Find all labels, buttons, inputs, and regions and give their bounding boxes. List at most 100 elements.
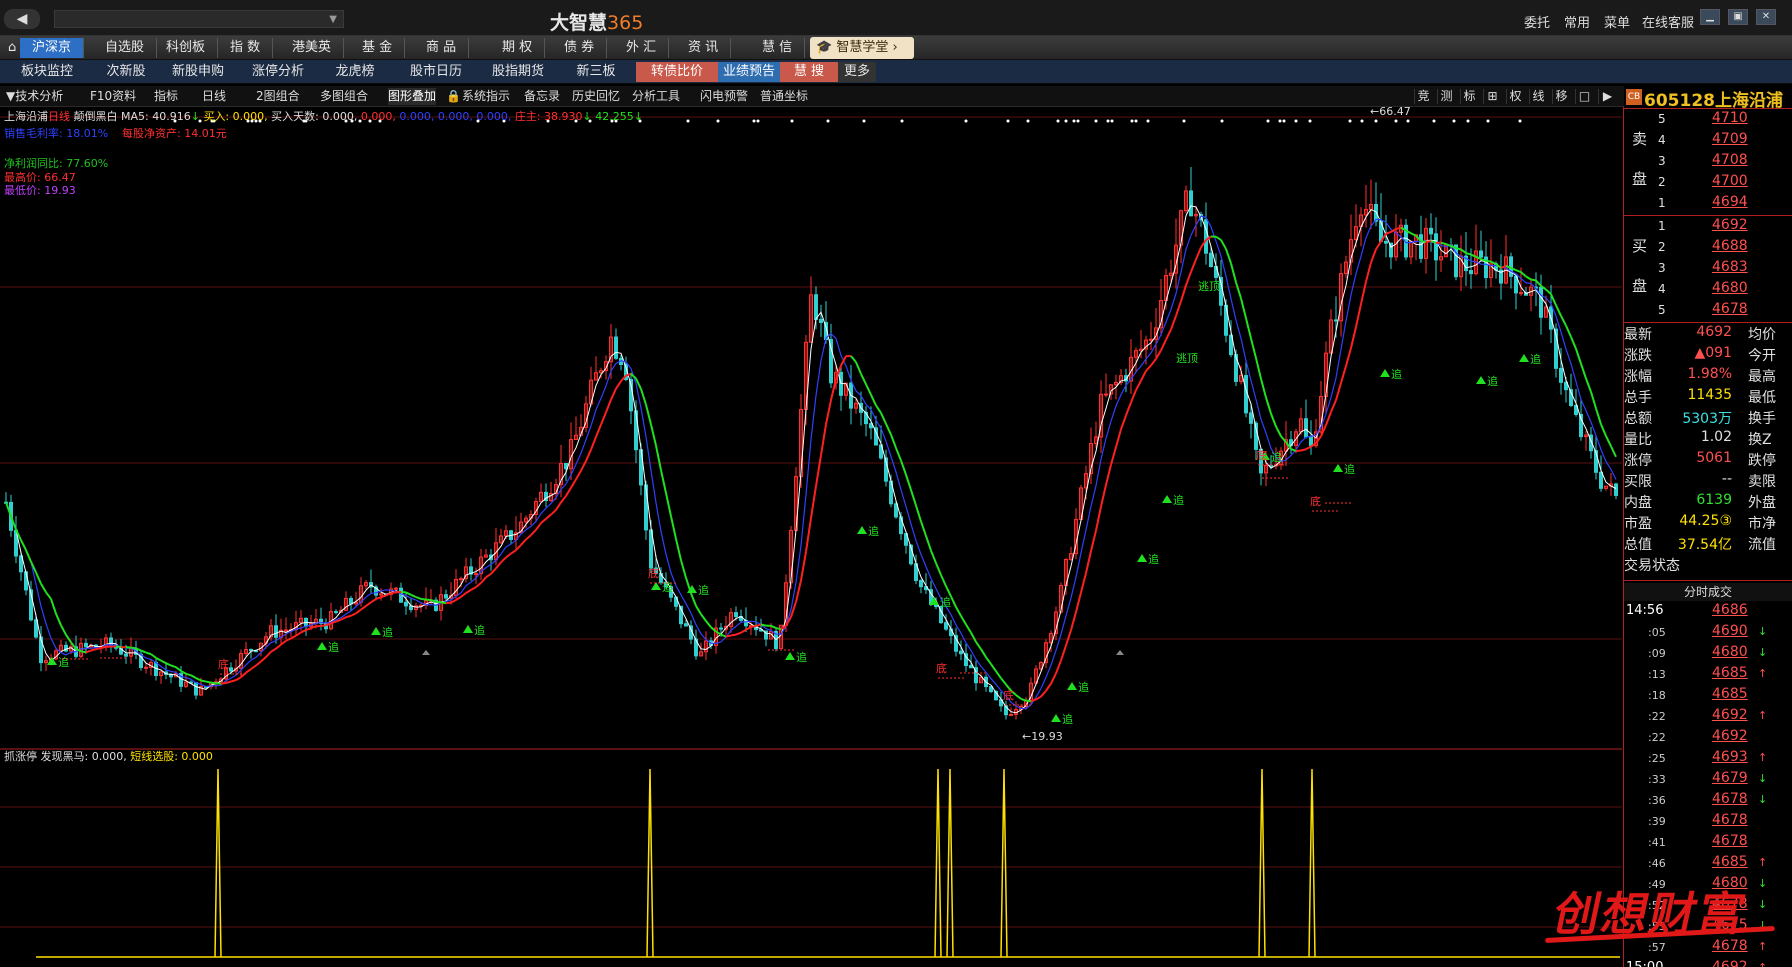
sub-zhuanzhai[interactable]: 转债比价 bbox=[636, 62, 718, 82]
top-signal-dot bbox=[1006, 119, 1010, 123]
sub-xingu[interactable]: 新股申购 bbox=[158, 62, 238, 82]
tool-2tu[interactable]: 2图组合 bbox=[256, 88, 300, 105]
stat-key-2: 均价 bbox=[1748, 327, 1776, 343]
tool-shandian[interactable]: 闪电预警 bbox=[700, 88, 748, 105]
tab-gangmei[interactable]: 港美英 bbox=[280, 38, 345, 58]
sub-bankuai[interactable]: 板块监控 bbox=[0, 62, 94, 82]
stat-key-2: 最低 bbox=[1748, 390, 1776, 406]
top-signal-dot bbox=[1106, 119, 1110, 123]
tool-fenxi[interactable]: 分析工具 bbox=[632, 88, 680, 105]
sub-more[interactable]: 更多 bbox=[838, 62, 876, 82]
stat-key-2: 跌停 bbox=[1748, 453, 1776, 469]
chevron-down-icon[interactable]: ▼ bbox=[329, 14, 337, 25]
tab-hushen[interactable]: 沪深京 bbox=[20, 38, 85, 58]
icon-quan[interactable]: 权 bbox=[1506, 89, 1524, 104]
tab-jijin[interactable]: 基 金 bbox=[350, 38, 406, 58]
stat-key: 买限 bbox=[1624, 474, 1652, 490]
tool-diejia[interactable]: 图形叠加 bbox=[388, 88, 437, 105]
tool-xitong[interactable]: 系统指示 bbox=[462, 88, 510, 105]
trend-line-segment bbox=[275, 643, 282, 650]
grid-icon[interactable]: ⊞ bbox=[1483, 89, 1501, 104]
tab-huixin[interactable]: 慧 信 bbox=[750, 38, 806, 58]
tool-lishi[interactable]: 历史回忆 bbox=[572, 88, 620, 105]
sell-level-row[interactable]: 4 4709 bbox=[1624, 131, 1792, 152]
buy-level-row[interactable]: 5 4678 bbox=[1624, 301, 1792, 322]
icon-jing[interactable]: 竞 bbox=[1414, 89, 1432, 104]
tick-arrow: ↑ bbox=[1758, 940, 1768, 953]
sub-rili[interactable]: 股市日历 bbox=[392, 62, 480, 82]
link-changyong[interactable]: 常用 bbox=[1564, 12, 1590, 31]
buy-level-row[interactable]: 1 4692 bbox=[1624, 217, 1792, 238]
link-caidan[interactable]: 菜单 bbox=[1604, 12, 1630, 31]
buy-level-row[interactable]: 4 4680 bbox=[1624, 280, 1792, 301]
sub-xinsanban[interactable]: 新三板 bbox=[556, 62, 636, 82]
window-icon[interactable]: □ bbox=[1575, 89, 1593, 104]
sub-qihuo[interactable]: 股指期货 bbox=[480, 62, 556, 82]
trend-line-segment bbox=[525, 534, 532, 541]
tab-qiquan[interactable]: 期 权 bbox=[490, 38, 546, 58]
icon-xian[interactable]: 线 bbox=[1529, 89, 1547, 104]
stat-key: 最新 bbox=[1624, 327, 1652, 343]
trend-line-segment bbox=[1535, 279, 1542, 287]
header-buy: 买入: 0.000, bbox=[203, 110, 268, 123]
tool-zuobiao[interactable]: 普通坐标 bbox=[760, 88, 808, 105]
maximize-icon[interactable]: ▣ bbox=[1728, 9, 1748, 25]
school-button[interactable]: 🎓 智慧学堂 › bbox=[810, 37, 914, 59]
link-kefu[interactable]: 在线客服 bbox=[1642, 12, 1694, 31]
tab-zhaiquan[interactable]: 债 券 bbox=[552, 38, 608, 58]
tab-shangpin[interactable]: 商 品 bbox=[414, 38, 470, 58]
tab-kechuang[interactable]: 科创板 bbox=[154, 38, 219, 58]
sell-level-row[interactable]: 1 4694 bbox=[1624, 194, 1792, 215]
address-input[interactable]: ▼ bbox=[54, 10, 344, 28]
trend-line-segment bbox=[605, 399, 612, 413]
candle-body bbox=[1104, 393, 1108, 396]
tool-duotu[interactable]: 多图组合 bbox=[320, 88, 368, 105]
trend-line-segment bbox=[1555, 304, 1562, 317]
stat-row: 涨停 5061 跌停 bbox=[1624, 450, 1792, 471]
tool-f10[interactable]: F10资料 bbox=[90, 88, 136, 105]
minimize-icon[interactable]: ▁ bbox=[1700, 9, 1720, 25]
sub-zhangting[interactable]: 涨停分析 bbox=[238, 62, 318, 82]
sell-level-row[interactable]: 2 4700 bbox=[1624, 173, 1792, 194]
sub-yeji[interactable]: 业绩预告 bbox=[718, 62, 780, 82]
tab-zhishu[interactable]: 指 数 bbox=[218, 38, 274, 58]
trend-line-segment bbox=[1170, 315, 1177, 330]
back-arrow-icon[interactable]: ◀ bbox=[4, 9, 40, 29]
trend-line-segment bbox=[1265, 397, 1272, 414]
lock-icon[interactable]: 🔒 bbox=[446, 88, 461, 105]
tool-beiwang[interactable]: 备忘录 bbox=[524, 88, 560, 105]
candle-body bbox=[1434, 233, 1438, 261]
trend-line-segment bbox=[1275, 426, 1282, 437]
stat-key-2: 卖限 bbox=[1748, 474, 1776, 490]
trend-line-segment bbox=[205, 680, 212, 684]
play-icon[interactable]: ▶ bbox=[1598, 89, 1616, 104]
top-signal-dot bbox=[1278, 119, 1282, 123]
tool-zhibiao[interactable]: 指标 bbox=[154, 88, 178, 105]
sub-longhu[interactable]: 龙虎榜 bbox=[318, 62, 392, 82]
icon-ce[interactable]: 测 bbox=[1437, 89, 1455, 104]
sell-level-row[interactable]: 5 4710 bbox=[1624, 110, 1792, 131]
kline-chart[interactable]: 追追追追追追追追追追追追追追追追追追底底底底底底逃顶 逃顶 上海沿浦日线 颠倒黑白… bbox=[0, 105, 1624, 967]
icon-biao[interactable]: 标 bbox=[1460, 89, 1478, 104]
sell-level-row[interactable]: 3 4708 bbox=[1624, 152, 1792, 173]
close-icon[interactable]: ✕ bbox=[1756, 9, 1776, 25]
tab-waihui[interactable]: 外 汇 bbox=[614, 38, 670, 58]
tick-price: 4693 bbox=[1712, 749, 1748, 765]
trend-line-segment bbox=[660, 469, 667, 494]
buy-level-row[interactable]: 2 4688 bbox=[1624, 238, 1792, 259]
trend-line-segment bbox=[40, 583, 47, 593]
tool-rixian[interactable]: 日线 bbox=[202, 88, 226, 105]
tab-zixun[interactable]: 资 讯 bbox=[676, 38, 732, 58]
trend-line-segment bbox=[1185, 271, 1192, 286]
trend-line-segment bbox=[1100, 484, 1107, 507]
main-menu: ⌂ 沪深京 自选股 科创板 指 数 港美英 基 金 商 品 期 权 债 券 外 … bbox=[0, 36, 1792, 60]
trend-line-segment bbox=[1150, 358, 1157, 367]
tool-jishu[interactable]: ▼技术分析 bbox=[6, 88, 63, 105]
home-icon[interactable]: ⌂ bbox=[4, 38, 22, 58]
sub-huisou[interactable]: 慧 搜 bbox=[780, 62, 838, 82]
tab-zixuan[interactable]: 自选股 bbox=[93, 38, 158, 58]
buy-level-row[interactable]: 3 4683 bbox=[1624, 259, 1792, 280]
sub-cixin[interactable]: 次新股 bbox=[94, 62, 158, 82]
link-weituo[interactable]: 委托 bbox=[1524, 12, 1550, 31]
icon-yi[interactable]: 移 bbox=[1552, 89, 1570, 104]
